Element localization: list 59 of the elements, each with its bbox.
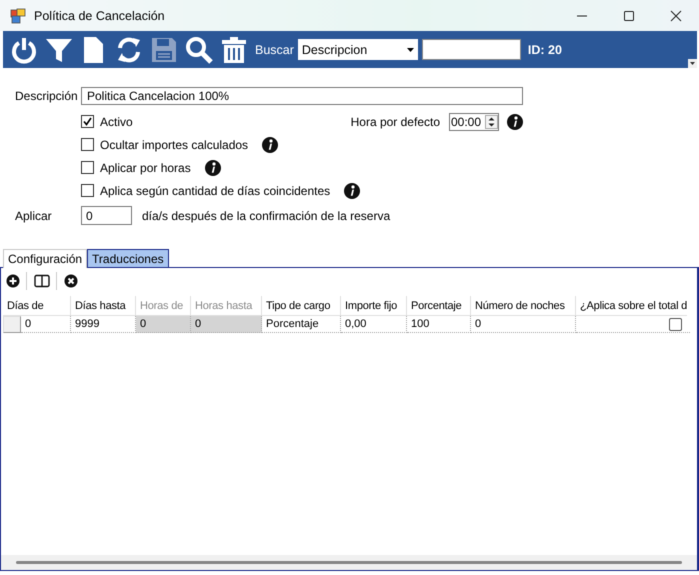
close-button[interactable] — [670, 10, 682, 22]
trash-button[interactable] — [220, 36, 248, 64]
time-field[interactable]: 00:00 — [449, 112, 499, 130]
table-cell: 100 — [407, 316, 471, 333]
search-input[interactable] — [422, 39, 521, 60]
caret-icon — [406, 48, 414, 52]
power-icon — [10, 36, 38, 64]
column-header[interactable]: Tipo de cargo — [262, 296, 341, 316]
description-field[interactable]: Politica Cancelacion 100% — [81, 87, 523, 105]
tab[interactable]: Configuración — [3, 249, 88, 268]
info-icon — [507, 114, 523, 130]
search-field-dropdown[interactable]: Descripcion — [298, 39, 418, 60]
table-cell: 0,00 — [341, 316, 407, 333]
power-button[interactable] — [10, 36, 38, 64]
days-suffix: día/s después de la confirmación de la reserva — [142, 208, 390, 222]
add-button[interactable] — [6, 272, 27, 290]
columns-icon — [34, 274, 50, 288]
days-field[interactable]: 0 — [81, 206, 132, 225]
description-label: Descripción — [15, 89, 79, 103]
table-cell: 0 — [471, 316, 576, 333]
checkbox-label: Ocultar importes calculados — [100, 138, 248, 152]
column-header[interactable]: Porcentaje — [407, 296, 471, 316]
search-label: Buscar — [255, 42, 294, 56]
record-id: ID: 20 — [528, 42, 562, 56]
window-title: Política de Cancelación — [34, 8, 165, 22]
app-icon — [10, 8, 26, 24]
checkbox-label: Aplicar por horas — [100, 160, 191, 174]
table-cell: Porcentaje — [262, 316, 341, 333]
add-icon — [6, 274, 20, 288]
refresh-icon — [115, 36, 143, 64]
checkbox-label: Aplica según cantidad de días coincidentes — [100, 184, 330, 198]
checkbox[interactable] — [81, 184, 94, 197]
horizontal-scrollbar[interactable] — [1, 555, 697, 570]
column-header[interactable]: Número de noches — [471, 296, 576, 316]
checkbox[interactable] — [81, 161, 94, 174]
search-icon — [185, 36, 213, 64]
apply-label: Aplicar — [15, 208, 53, 222]
checkbox[interactable] — [669, 318, 682, 331]
column-header[interactable]: ¿Aplica sobre el total d — [576, 296, 688, 316]
table-cell: 0 — [136, 316, 191, 333]
maximize-button[interactable] — [622, 10, 634, 22]
scroll-arrow-icon[interactable] — [688, 59, 697, 68]
search-button[interactable] — [185, 36, 213, 64]
spinner-icon[interactable] — [485, 114, 498, 128]
table-cell: 0 — [191, 316, 262, 333]
refresh-button[interactable] — [115, 36, 143, 64]
remove-icon — [64, 274, 78, 288]
default-time-label: Hora por defecto — [350, 114, 440, 128]
trash-icon — [220, 36, 248, 64]
checkbox-label: Activo — [100, 114, 133, 128]
columns-button[interactable] — [34, 272, 57, 290]
checkmark-icon — [83, 117, 92, 126]
tab[interactable]: Traducciones — [87, 249, 169, 267]
floppy-icon — [150, 36, 178, 64]
table-cell: 0 — [21, 316, 71, 333]
column-header[interactable]: Días hasta — [71, 296, 136, 316]
checkbox[interactable] — [81, 138, 94, 151]
checkbox[interactable] — [81, 115, 94, 128]
column-header[interactable]: Importe fijo — [341, 296, 407, 316]
